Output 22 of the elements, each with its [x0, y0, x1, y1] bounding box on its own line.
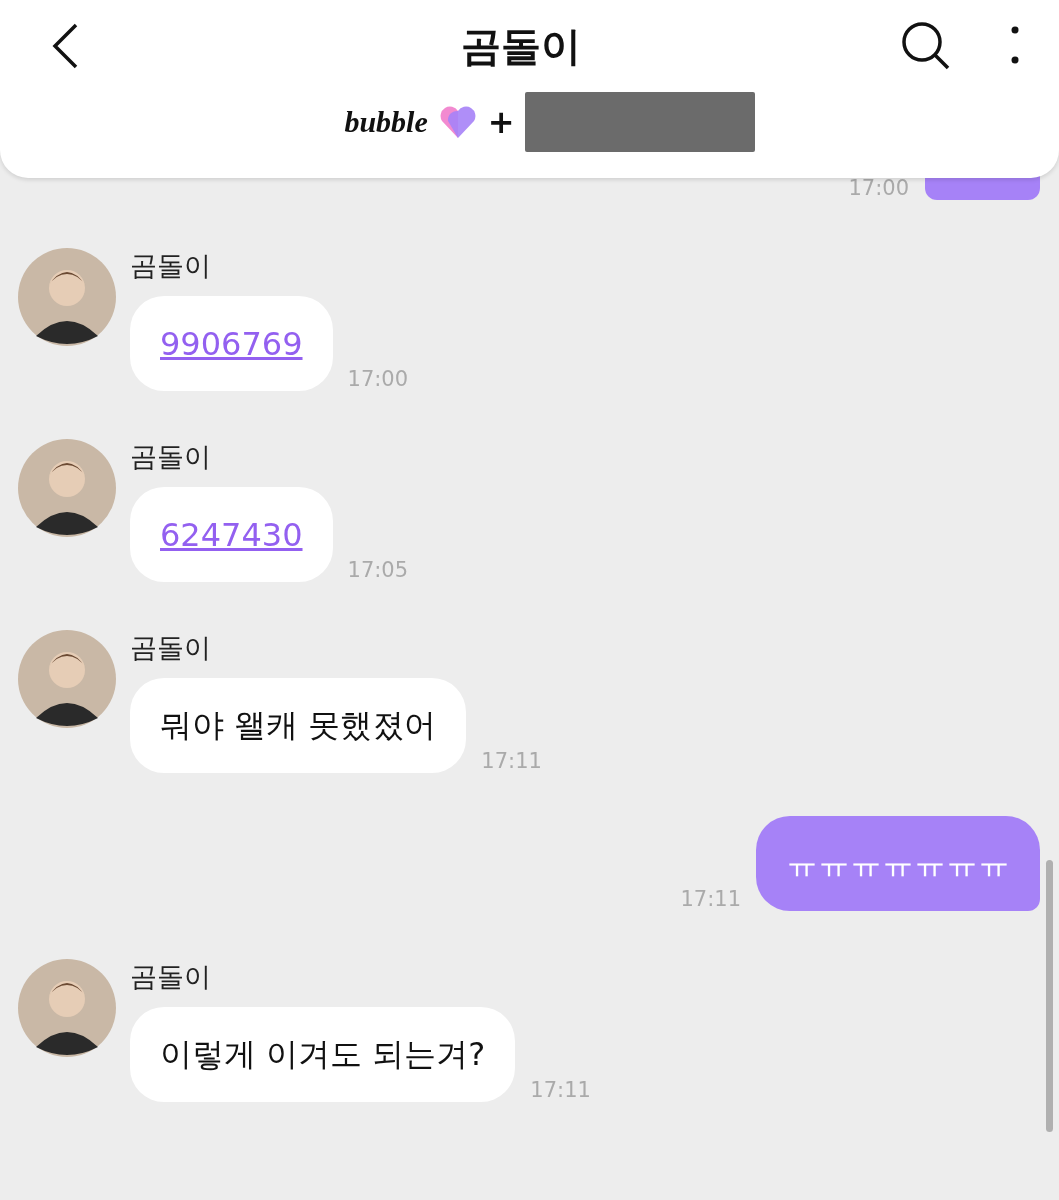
message-time: 17:11 — [680, 887, 741, 911]
more-icon[interactable] — [1011, 26, 1019, 66]
sender-name: 곰돌이 — [130, 960, 212, 994]
message-time: 17:00 — [848, 176, 909, 200]
back-icon[interactable] — [50, 22, 80, 70]
message-time: 17:11 — [530, 1078, 591, 1102]
plus-sign: + — [487, 103, 515, 141]
message-bubble: ㅠㅠㅠㅠㅠㅠㅠ — [756, 816, 1040, 911]
message-bubble[interactable]: 9906769 — [130, 296, 333, 391]
message-bubble: 뭐야 왤캐 못했졌어 — [130, 678, 467, 773]
scrollbar[interactable] — [1046, 860, 1053, 1132]
brand-logo: bubble — [344, 105, 428, 139]
chat-title: 곰돌이 — [459, 21, 582, 71]
sender-name: 곰돌이 — [130, 440, 212, 474]
sender-name: 곰돌이 — [130, 249, 212, 283]
message-bubble[interactable]: 6247430 — [130, 487, 333, 582]
message-time: 17:00 — [347, 367, 409, 391]
message-bubble: 이렇게 이겨도 되는겨? — [130, 1007, 516, 1102]
message-time: 17:05 — [347, 558, 409, 582]
message-time: 17:11 — [481, 749, 542, 773]
search-icon[interactable] — [901, 21, 951, 71]
sender-name: 곰돌이 — [130, 631, 212, 665]
